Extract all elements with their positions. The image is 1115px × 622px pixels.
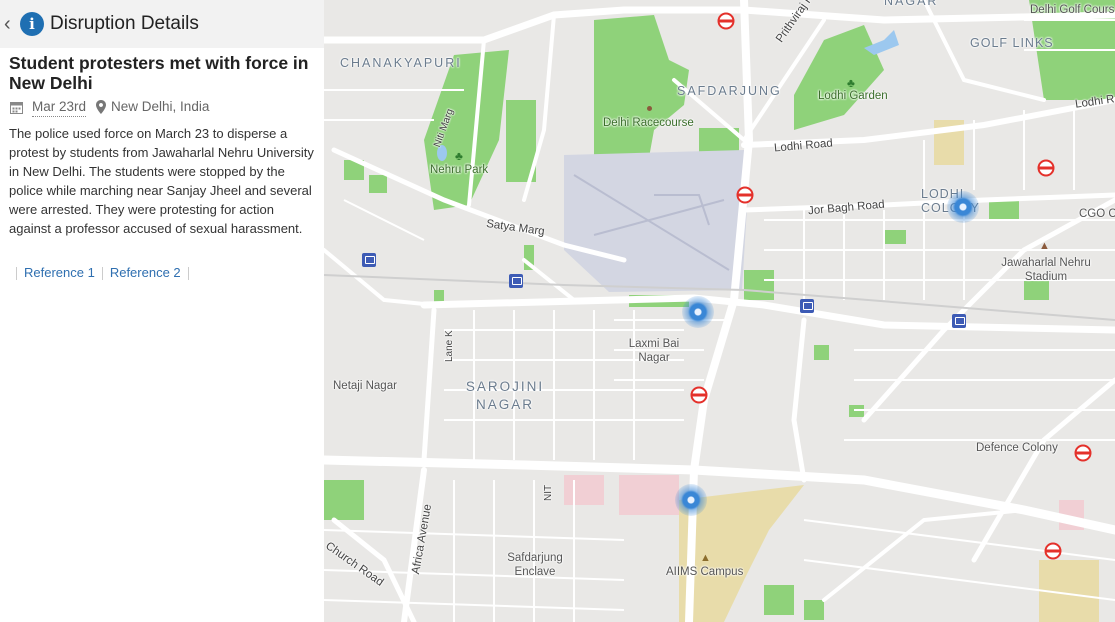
map-label-nehru-park: Nehru Park [430,164,489,176]
event-location: New Delhi, India [111,99,210,114]
panel-header: ‹ i Disruption Details [0,0,324,48]
event-title: Student protesters met with force in New… [9,53,309,93]
bus-stop-icon[interactable] [362,253,376,267]
map-label-sarojini-nagar: SAROJINI NAGAR [465,379,545,412]
map-label-jn-stadium: Jawaharlal Nehru Stadium [1001,257,1091,283]
disruption-panel: ‹ i Disruption Details Student protester… [0,0,324,622]
tree-icon: ♣ [455,149,463,163]
map-view[interactable]: CHANAKYAPURI SAFDARJUNG GOLF LINKS NAGAR… [324,0,1115,622]
map-label-delhi-racecourse: Delhi Racecourse [603,117,694,129]
metro-station-icon[interactable] [736,186,754,204]
map-label-aiims-campus: AIIMS Campus [666,566,744,578]
map-label-safdarjung: SAFDARJUNG [677,84,782,98]
bus-stop-icon[interactable] [952,314,966,328]
map-label-cgo: CGO Co [1079,208,1115,220]
map-label-chanakyapuri: CHANAKYAPURI [340,56,462,70]
location-pin-icon [96,100,107,114]
metro-station-icon[interactable] [717,12,735,30]
calendar-icon [10,101,23,114]
metro-station-icon[interactable] [1037,159,1055,177]
map-label-defence-colony: Defence Colony [976,442,1058,454]
event-meta: Mar 23rd New Delhi, India [10,98,210,117]
map-label-nit: NIT [543,484,554,501]
map-label-netaji-nagar: Netaji Nagar [333,380,397,392]
map-label-safdarjung-enclave: Safdarjung Enclave [507,552,563,578]
divider [16,267,17,281]
bus-stop-icon[interactable] [800,299,814,313]
back-chevron-icon[interactable]: ‹ [4,12,11,36]
divider [187,267,189,281]
stadium-icon: ▲ [1039,240,1050,252]
poi-dot-icon [647,106,652,111]
tree-icon: ♣ [847,76,855,90]
event-date-link[interactable]: Mar 23rd [32,98,87,117]
map-label-delhi-golf: Delhi Golf Cours [1030,4,1115,16]
metro-station-icon[interactable] [690,386,708,404]
metro-station-icon[interactable] [1044,542,1062,560]
reference-link-1[interactable]: Reference 1 [24,265,95,280]
metro-station-icon[interactable] [1074,444,1092,462]
bus-stop-icon[interactable] [509,274,523,288]
disruption-marker[interactable] [947,191,979,223]
event-description: The police used force on March 23 to dis… [9,126,314,236]
disruption-marker[interactable] [675,484,707,516]
map-label-lodhi-garden: Lodhi Garden [818,90,888,102]
info-icon: i [20,12,44,36]
reference-links: Reference 1 Reference 2 [9,264,196,282]
graduation-cap-icon: ▲ [700,552,711,564]
map-label-nagar: NAGAR [884,0,939,8]
panel-title: Disruption Details [50,13,199,34]
map-label-laxmi-bai-nagar: Laxmi Bai Nagar [628,338,680,364]
divider [101,267,103,281]
reference-link-2[interactable]: Reference 2 [110,265,181,280]
disruption-marker[interactable] [682,296,714,328]
map-label-golf-links: GOLF LINKS [970,36,1054,50]
map-label-lane-k: Lane K [444,330,455,362]
